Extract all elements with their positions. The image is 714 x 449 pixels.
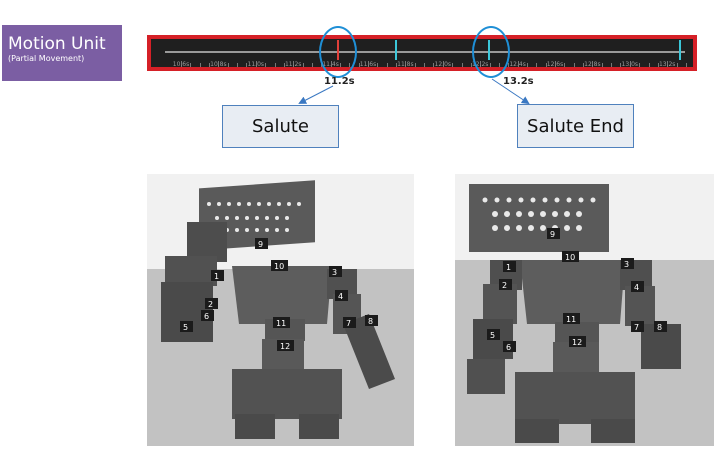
timeline-tick [639,63,641,67]
timeline-tick-label: 12.0s [434,61,452,67]
timeline-tick-label: 12.6s [546,61,564,67]
part-label: 4 [338,292,343,301]
timeline-tick [648,63,650,67]
timeline-tick-label: 11.8s [397,61,414,67]
timeline-tick [414,63,416,67]
timeline-track[interactable]: 10.6s 10.8s 11.0s 11.2s 11.4s 11.6s 11.8s 12.0s… [151,39,693,67]
timeline-tick [526,63,528,67]
timeline-tick [227,63,229,67]
part-label: 1 [506,263,511,272]
timeline-tick [386,63,388,67]
timeline-tick-label: 11.2s [284,61,302,67]
timeline-tick [685,63,687,67]
timeline-tick-label: 13.0s [621,61,639,67]
timeline-tick [676,63,678,67]
motion-unit-badge: Motion Unit (Partial Movement) [2,25,122,81]
part-label: 8 [368,317,373,326]
robot-render-salute-end: 1 2 3 4 5 6 7 8 9 10 11 12 [455,174,714,446]
timeline-tick-label: 10.6s [172,61,190,67]
callout-circle-salute-end [472,26,510,78]
timeline-tick [424,63,426,67]
timeline-frame: 10.6s 10.8s 11.0s 11.2s 11.4s 11.6s 11.8s 12.0s… [147,35,697,71]
part-label: 8 [657,323,662,332]
timeline-line [165,51,685,53]
part-label: 11 [566,315,576,324]
timeline-tick [573,63,575,67]
keyframe-marker[interactable] [679,40,681,60]
part-label: 6 [506,343,511,352]
timeline-tick [311,63,313,67]
timeline-tick [265,63,267,67]
timeline-tick-label: 10.8s [210,61,227,67]
robot-illustration-salute: 1 2 3 4 5 6 7 8 9 10 11 12 [147,174,414,446]
timeline-tick [199,63,201,67]
pose-box-salute: Salute [222,105,339,148]
timeline-tick [601,63,603,67]
part-label: 3 [624,260,629,269]
timeline-ticks [151,61,693,67]
timeline-tick [190,63,192,67]
robot-render-salute: 1 2 3 4 5 6 7 8 9 10 11 12 [147,174,414,446]
part-label: 2 [502,281,507,290]
timeline-tick [564,63,566,67]
timeline-tick-label: 11.0s [247,61,265,67]
part-label: 5 [490,331,495,340]
timeline-tick [274,63,276,67]
part-label: 5 [183,323,188,332]
timeline-tick [611,63,613,67]
part-label: 12 [572,338,582,347]
timeline-tick-label: 13.2s [658,61,676,67]
part-label: 9 [550,230,555,239]
part-label: 2 [208,300,213,309]
motion-unit-title: Motion Unit [8,34,106,54]
timeline-tick [461,63,463,67]
part-label: 12 [280,342,290,351]
callout-time-salute: 11.2s [324,76,355,87]
timeline-tick-label: 12.8s [584,61,601,67]
part-label: 1 [214,272,219,281]
part-label: 7 [346,319,351,328]
part-label: 10 [565,253,575,262]
timeline-tick [452,63,454,67]
timeline-tick [377,63,379,67]
motion-unit-subtitle: (Partial Movement) [8,54,85,63]
timeline-tick-label: 11.6s [359,61,377,67]
part-label: 6 [204,312,209,321]
part-label: 10 [274,262,284,271]
part-label: 3 [332,268,337,277]
keyframe-marker[interactable] [395,40,397,60]
part-label: 9 [258,240,263,249]
part-label: 7 [634,323,639,332]
callout-time-salute-end: 13.2s [503,76,534,87]
robot-illustration-salute-end: 1 2 3 4 5 6 7 8 9 10 11 12 [455,174,714,446]
timeline-tick [302,63,304,67]
timeline-tick [536,63,538,67]
part-label: 11 [276,319,286,328]
callout-circle-salute [319,26,357,78]
pose-box-salute-end: Salute End [517,104,634,148]
timeline-tick-label: 12.4s [509,61,526,67]
part-label: 4 [634,283,639,292]
timeline-tick [237,63,239,67]
